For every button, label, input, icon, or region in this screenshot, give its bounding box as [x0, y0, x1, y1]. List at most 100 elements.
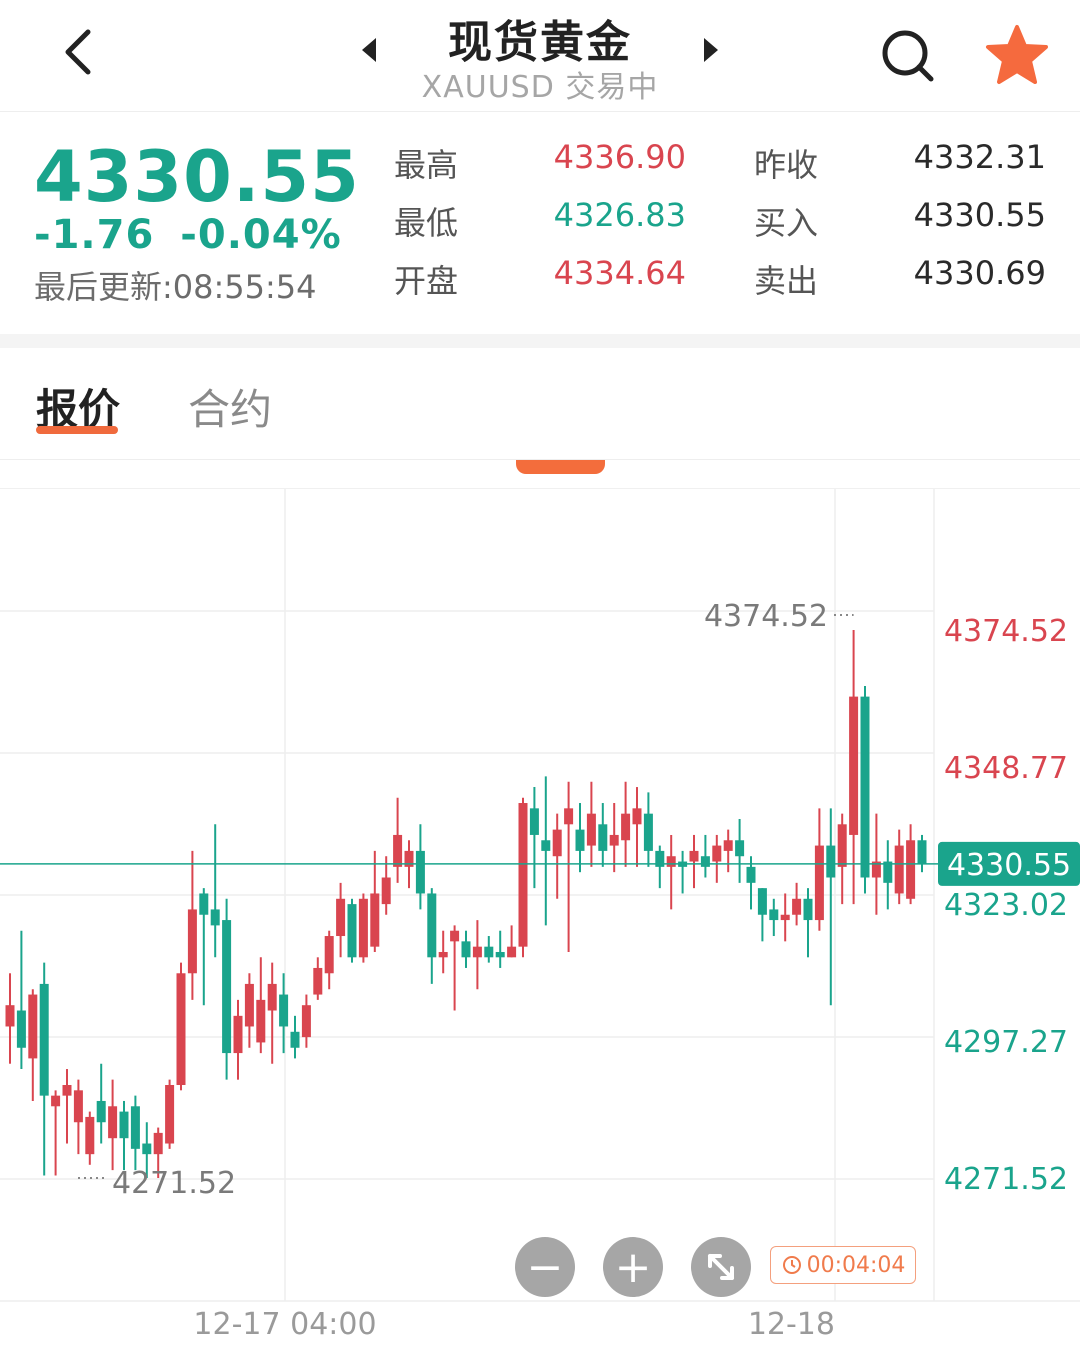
- next-arrow-icon[interactable]: [700, 36, 722, 64]
- x-axis-label: 12-17 04:00: [193, 1307, 376, 1342]
- min-marker-label: 4271.52: [112, 1166, 236, 1201]
- countdown-timer: 00:04:04: [770, 1246, 916, 1284]
- candle-body: [632, 808, 642, 825]
- candle-body: [222, 920, 232, 1054]
- candlestick-chart[interactable]: 4374.52 4348.77 4323.02 4297.27 4271.52 4330.…: [0, 488, 1080, 1353]
- candle-body: [575, 829, 585, 851]
- y-axis-label: 4323.02: [944, 888, 1068, 923]
- x-axis-label: 12-18: [748, 1307, 835, 1342]
- candle-body: [541, 840, 551, 851]
- candle-body: [324, 936, 334, 974]
- change-value: -1.76: [34, 212, 155, 258]
- candle-body: [552, 829, 562, 857]
- candle-body: [894, 845, 904, 894]
- active-tab-indicator: [36, 426, 118, 434]
- candle-body: [529, 808, 539, 835]
- stat-high-value: 4336.90: [553, 138, 686, 176]
- candle-body: [210, 909, 220, 926]
- zoom-in-button[interactable]: +: [603, 1237, 663, 1297]
- candle-body: [381, 877, 391, 905]
- candle-body: [689, 850, 699, 862]
- stat-low-value: 4326.83: [553, 196, 686, 234]
- price-change: -1.76 -0.04%: [34, 212, 368, 258]
- max-marker-label: 4374.52: [704, 599, 828, 634]
- drag-handle[interactable]: [516, 460, 605, 474]
- section-divider: [0, 334, 1080, 348]
- candle-body: [586, 813, 596, 846]
- candle-body: [130, 1106, 140, 1149]
- candle-body: [906, 840, 916, 899]
- candle-body: [51, 1095, 61, 1107]
- candle-body: [723, 840, 733, 851]
- candle-body: [461, 941, 471, 958]
- y-axis-label: 4374.52: [944, 614, 1068, 649]
- candle-body: [621, 813, 631, 841]
- candle-body: [336, 898, 346, 937]
- search-icon[interactable]: [876, 26, 938, 86]
- candle-body: [62, 1084, 72, 1096]
- candle-body: [244, 983, 254, 1027]
- stat-high-label: 最高: [394, 146, 459, 184]
- candle-body: [233, 1015, 243, 1054]
- candle-body: [564, 808, 574, 825]
- candle-body: [96, 1100, 106, 1123]
- candle-body: [495, 951, 505, 958]
- candle-body: [73, 1090, 83, 1123]
- candle-body: [712, 845, 722, 862]
- candle-body: [28, 994, 38, 1059]
- candle-body: [5, 1005, 15, 1027]
- candle-body: [279, 994, 289, 1027]
- candle-body: [267, 983, 277, 1011]
- y-axis-label: 4348.77: [944, 751, 1068, 786]
- candle-body: [290, 1031, 300, 1048]
- candle-body: [16, 1010, 26, 1048]
- zoom-out-button[interactable]: −: [515, 1237, 575, 1297]
- candle-body: [85, 1116, 95, 1155]
- candle-body: [643, 813, 653, 851]
- candle-body: [860, 696, 870, 878]
- top-bar: 现货黄金 XAUUSD 交易中: [0, 0, 1080, 112]
- y-axis-label: 4271.52: [944, 1162, 1068, 1197]
- candle-body: [757, 888, 767, 915]
- change-percent: -0.04%: [180, 212, 342, 258]
- candle-body: [427, 893, 437, 958]
- candle-body: [746, 866, 756, 883]
- candle-body: [119, 1111, 129, 1139]
- candle-body: [370, 893, 380, 947]
- candle-body: [518, 803, 528, 947]
- chart-canvas: 4374.52 4348.77 4323.02 4297.27 4271.52 4330.…: [0, 489, 1080, 1342]
- y-axis-label: 4297.27: [944, 1025, 1068, 1060]
- candle-body: [666, 856, 676, 867]
- stat-open-label: 开盘: [394, 262, 459, 300]
- candle-body: [108, 1106, 118, 1139]
- candle-body: [814, 845, 824, 921]
- candle-body: [700, 856, 710, 867]
- candle-body: [484, 946, 494, 958]
- expand-icon: [708, 1254, 734, 1280]
- star-icon[interactable]: [984, 24, 1050, 86]
- stat-low-label: 最低: [394, 204, 459, 242]
- candle-body: [472, 946, 482, 958]
- stat-open-value: 4334.64: [553, 254, 686, 292]
- candle-body: [358, 898, 368, 958]
- candle-body: [450, 930, 460, 942]
- candle-body: [313, 967, 323, 995]
- stat-ask-value: 4330.69: [913, 254, 1046, 292]
- candle-body: [153, 1132, 163, 1155]
- quote-panel: 4330.55 -1.76 -0.04% 最后更新:08:55:54 最高 433…: [0, 112, 1080, 334]
- fullscreen-button[interactable]: [691, 1237, 751, 1297]
- candle-body: [347, 904, 357, 958]
- stat-prev-close-label: 昨收: [754, 146, 819, 184]
- candle-body: [39, 983, 49, 1096]
- tab-contract[interactable]: 合约: [188, 376, 272, 437]
- candle-body: [849, 696, 859, 835]
- candle-body: [792, 898, 802, 915]
- candle-body: [803, 898, 813, 921]
- candle-body: [165, 1084, 175, 1144]
- candle-body: [415, 850, 425, 894]
- candle-body: [769, 909, 779, 921]
- candle-body: [598, 824, 608, 851]
- current-price-label: 4330.55: [947, 848, 1071, 883]
- stat-bid-label: 买入: [754, 204, 819, 242]
- stat-bid-value: 4330.55: [913, 196, 1046, 234]
